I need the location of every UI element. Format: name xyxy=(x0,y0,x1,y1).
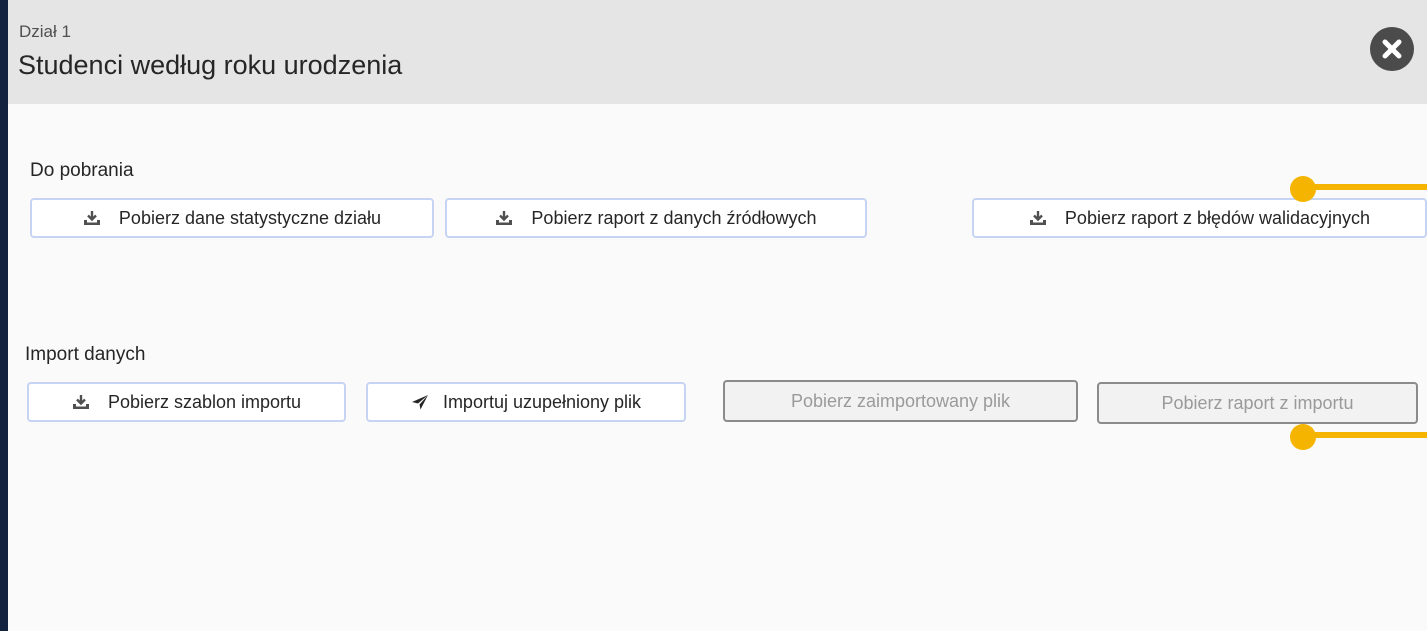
import-label: Import danych xyxy=(25,344,146,365)
download-source-report-label: Pobierz raport z danych źródłowych xyxy=(531,207,817,228)
import-filled-file-label: Importuj uzupełniony plik xyxy=(442,391,642,412)
close-button[interactable] xyxy=(1370,27,1414,71)
callout-dot-bottom xyxy=(1290,424,1316,450)
download-import-template-label: Pobierz szablon importu xyxy=(107,391,302,412)
dialog: Dział 1 Studenci według roku urodzenia D… xyxy=(8,0,1427,631)
download-validation-errors-button[interactable]: Pobierz raport z błędów walidacyjnych xyxy=(972,198,1427,238)
dialog-title: Studenci według roku urodzenia xyxy=(18,50,403,80)
download-icon xyxy=(72,394,90,410)
download-icon xyxy=(83,210,101,226)
download-icon xyxy=(1029,210,1047,226)
callout-dot-top xyxy=(1290,176,1316,202)
dialog-header: Dział 1 Studenci według roku urodzenia xyxy=(8,0,1427,104)
send-icon xyxy=(411,394,429,410)
callout-line-top xyxy=(1305,184,1427,190)
download-imported-file-label: Pobierz zaimportowany plik xyxy=(790,390,1011,411)
download-section-stats-button[interactable]: Pobierz dane statystyczne działu xyxy=(30,198,434,238)
downloads-label: Do pobrania xyxy=(30,160,134,181)
download-validation-errors-label: Pobierz raport z błędów walidacyjnych xyxy=(1064,207,1371,228)
section-label: Dział 1 xyxy=(19,22,71,41)
download-import-report-button[interactable]: Pobierz raport z importu xyxy=(1097,382,1418,424)
download-import-template-button[interactable]: Pobierz szablon importu xyxy=(27,382,346,422)
download-icon xyxy=(495,210,513,226)
callout-line-bottom xyxy=(1305,432,1427,438)
import-filled-file-button[interactable]: Importuj uzupełniony plik xyxy=(366,382,686,422)
download-imported-file-button[interactable]: Pobierz zaimportowany plik xyxy=(723,380,1078,422)
download-import-report-label: Pobierz raport z importu xyxy=(1161,392,1354,413)
download-section-stats-label: Pobierz dane statystyczne działu xyxy=(118,207,382,228)
download-source-report-button[interactable]: Pobierz raport z danych źródłowych xyxy=(445,198,867,238)
close-icon xyxy=(1382,39,1402,59)
